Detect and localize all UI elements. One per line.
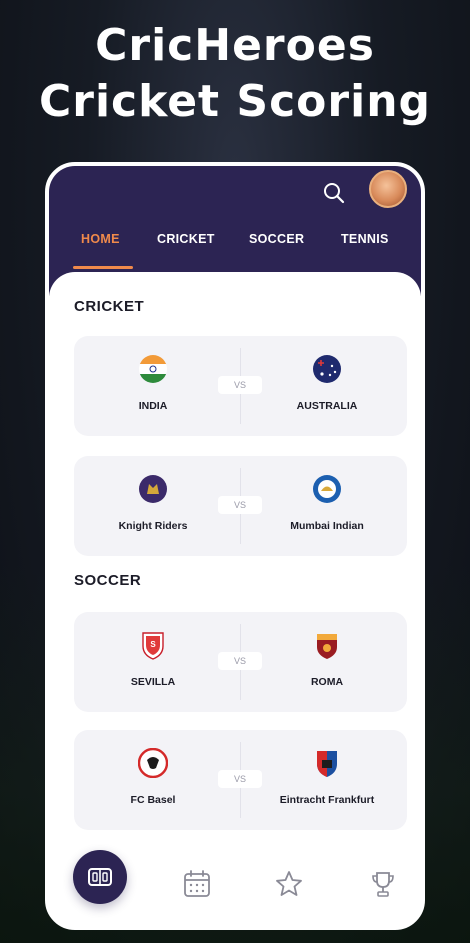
- team-name: AUSTRALIA: [296, 400, 358, 412]
- eintracht-frankfurt-crest-icon: [317, 751, 337, 777]
- team-away: Eintracht Frankfurt: [252, 730, 402, 830]
- headline-line-1: CricHeroes: [95, 20, 375, 71]
- match-card[interactable]: S SEVILLA VS ROMA: [74, 612, 407, 712]
- avatar[interactable]: [369, 170, 407, 208]
- trophy-icon[interactable]: [367, 868, 399, 900]
- roma-crest-icon: [317, 634, 337, 659]
- section-title-soccer: SOCCER: [74, 572, 142, 589]
- team-name: Eintracht Frankfurt: [279, 794, 375, 806]
- active-tab-indicator: [73, 266, 133, 269]
- team-away: Mumbai Indian: [252, 456, 402, 556]
- tab-home[interactable]: HOME: [81, 232, 120, 246]
- match-card[interactable]: FC Basel VS Eintracht Frankfurt: [74, 730, 407, 830]
- search-icon[interactable]: [321, 180, 347, 206]
- australia-flag-icon: [313, 355, 341, 383]
- calendar-icon[interactable]: [181, 868, 213, 900]
- team-away: ROMA: [252, 612, 402, 712]
- svg-text:S: S: [150, 640, 156, 649]
- tab-cricket[interactable]: CRICKET: [157, 232, 215, 246]
- scoreboard-icon: [88, 868, 112, 886]
- headline-line-2: Cricket Scoring: [38, 76, 432, 127]
- star-icon[interactable]: [273, 868, 305, 900]
- match-card[interactable]: Knight Riders VS Mumbai Indian: [74, 456, 407, 556]
- phone-frame: HOME CRICKET SOCCER TENNIS CRICKET INDIA…: [45, 162, 425, 930]
- team-name: Knight Riders: [118, 520, 188, 532]
- team-home: FC Basel: [78, 730, 228, 830]
- team-away: AUSTRALIA: [252, 336, 402, 436]
- team-name: FC Basel: [130, 794, 176, 806]
- knight-riders-logo-icon: [139, 475, 167, 503]
- tab-soccer[interactable]: SOCCER: [249, 232, 304, 246]
- fc-basel-crest-icon: [138, 748, 168, 778]
- bottom-navigation: [49, 846, 421, 926]
- india-flag-icon: [139, 355, 167, 383]
- tab-tennis[interactable]: TENNIS: [341, 232, 389, 246]
- team-name: SEVILLA: [130, 676, 176, 688]
- sevilla-crest-icon: S: [142, 632, 164, 660]
- team-name: ROMA: [310, 676, 344, 688]
- match-card[interactable]: INDIA VS AUSTRALIA: [74, 336, 407, 436]
- team-home: S SEVILLA: [78, 612, 228, 712]
- mumbai-indians-logo-icon: [313, 475, 341, 503]
- team-name: Mumbai Indian: [290, 520, 364, 532]
- promo-headline: CricHeroes Cricket Scoring: [0, 18, 470, 130]
- team-home: INDIA: [78, 336, 228, 436]
- team-name: INDIA: [138, 400, 168, 412]
- team-home: Knight Riders: [78, 456, 228, 556]
- section-title-cricket: CRICKET: [74, 298, 145, 315]
- match-list: CRICKET INDIA VS AUSTRALIA Knight Riders…: [49, 272, 421, 926]
- nav-scoreboard-button[interactable]: [73, 850, 127, 904]
